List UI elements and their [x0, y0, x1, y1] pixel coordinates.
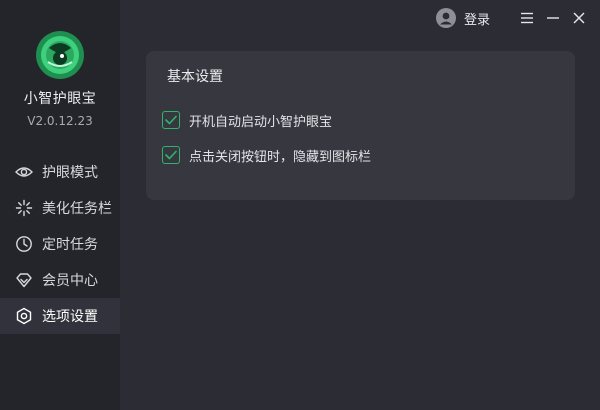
sidebar-nav: 护眼模式 美化任务栏 定时任务 会员中心 选项设置: [0, 154, 120, 334]
autostart-label: 开机自动启动小智护眼宝: [189, 114, 333, 130]
sparkle-icon: [14, 198, 34, 218]
hide-to-tray-label: 点击关闭按钮时，隐藏到图标栏: [189, 149, 372, 165]
menu-icon[interactable]: [520, 11, 534, 25]
sidebar-item-label: 定时任务: [42, 237, 98, 253]
app-name: 小智护眼宝: [23, 91, 97, 107]
diamond-icon: [14, 270, 34, 290]
app-version: V2.0.12.23: [27, 114, 93, 128]
sidebar-item-options-settings[interactable]: 选项设置: [0, 298, 120, 334]
eye-icon: [14, 162, 34, 182]
app-window: 小智护眼宝 V2.0.12.23 护眼模式 美化任务栏 定时任务 会员中心 选项…: [0, 0, 600, 410]
sidebar-item-eye-mode[interactable]: 护眼模式: [0, 154, 120, 190]
check-icon: [165, 115, 177, 125]
gear-icon: [14, 306, 34, 326]
hide-to-tray-option[interactable]: 点击关闭按钮时，隐藏到图标栏: [162, 145, 371, 165]
sidebar-item-beautify-taskbar[interactable]: 美化任务栏: [0, 190, 120, 226]
sidebar-item-label: 选项设置: [42, 309, 98, 325]
autostart-checkbox[interactable]: [162, 111, 180, 129]
check-icon: [165, 150, 177, 160]
close-icon[interactable]: [572, 11, 586, 25]
user-avatar-icon[interactable]: [435, 8, 456, 28]
sidebar-item-scheduled-tasks[interactable]: 定时任务: [0, 226, 120, 262]
sidebar-item-member-center[interactable]: 会员中心: [0, 262, 120, 298]
sidebar: 小智护眼宝 V2.0.12.23 护眼模式 美化任务栏 定时任务 会员中心 选项…: [0, 0, 120, 410]
app-logo-icon: [35, 30, 85, 80]
sidebar-item-label: 护眼模式: [42, 165, 98, 181]
sidebar-item-label: 美化任务栏: [42, 201, 112, 217]
autostart-option[interactable]: 开机自动启动小智护眼宝: [162, 110, 332, 130]
hide-to-tray-checkbox[interactable]: [162, 146, 180, 164]
title-bar: 登录: [435, 6, 586, 30]
clock-icon: [14, 234, 34, 254]
panel-title: 基本设置: [167, 69, 223, 85]
sidebar-item-label: 会员中心: [42, 273, 98, 289]
login-link[interactable]: 登录: [464, 9, 490, 28]
minimize-icon[interactable]: [546, 11, 560, 25]
basic-settings-panel: 基本设置 开机自动启动小智护眼宝 点击关闭按钮时，隐藏到图标栏: [146, 51, 575, 200]
main-content: 登录 基本设置 开机自动启动小智护眼宝 点击关闭按钮时，隐藏到图标栏: [120, 0, 600, 410]
